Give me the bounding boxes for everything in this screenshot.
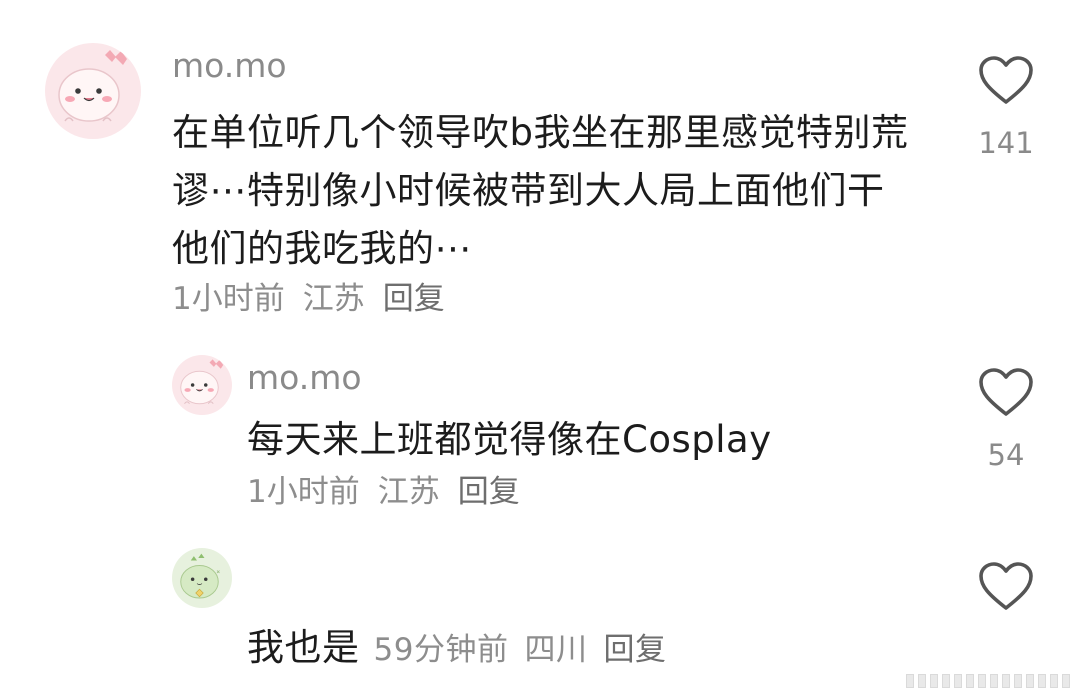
avatar[interactable] xyxy=(172,355,232,415)
avatar[interactable] xyxy=(45,43,141,139)
heart-outline-icon xyxy=(979,562,1033,610)
like-button[interactable]: 141 xyxy=(966,55,1046,161)
comment-location: 四川 xyxy=(524,632,588,668)
heart-outline-icon xyxy=(979,368,1033,416)
like-count: 141 xyxy=(978,126,1034,160)
comment-time: 59分钟前 xyxy=(373,632,509,668)
comment-time: 1小时前 xyxy=(172,281,285,317)
watermark-icon xyxy=(906,674,1070,688)
pink-dino-avatar-icon xyxy=(45,43,141,139)
reply-button[interactable]: 回复 xyxy=(603,632,666,668)
avatar[interactable] xyxy=(172,548,232,608)
comment-content: 我也是 59分钟前 四川 回复 xyxy=(247,619,947,679)
comment-location: 江苏 xyxy=(302,281,365,317)
comment-meta: 1小时前 江苏 回复 xyxy=(172,279,445,319)
comment-meta: 1小时前 江苏 回复 xyxy=(247,472,520,512)
like-count: 54 xyxy=(987,438,1025,472)
comment-content: 每天来上班都觉得像在Cosplay xyxy=(247,418,772,461)
heart-outline-icon xyxy=(979,56,1033,104)
like-button[interactable]: 54 xyxy=(966,367,1046,473)
username[interactable]: mo.mo xyxy=(247,358,362,398)
comment-location: 江苏 xyxy=(377,474,440,510)
green-dino-avatar-icon xyxy=(172,548,232,608)
like-button[interactable] xyxy=(966,561,1046,613)
username[interactable]: mo.mo xyxy=(172,46,287,86)
reply-button[interactable]: 回复 xyxy=(383,281,445,317)
comment-time: 1小时前 xyxy=(247,474,360,510)
comment-content: 在单位听几个领导吹b我坐在那里感觉特别荒谬⋯特别像小时候被带到大人局上面他们干他… xyxy=(172,111,909,270)
reply-button[interactable]: 回复 xyxy=(458,474,520,510)
pink-dino-avatar-icon xyxy=(172,355,232,415)
comment-text: 我也是 xyxy=(247,626,360,669)
